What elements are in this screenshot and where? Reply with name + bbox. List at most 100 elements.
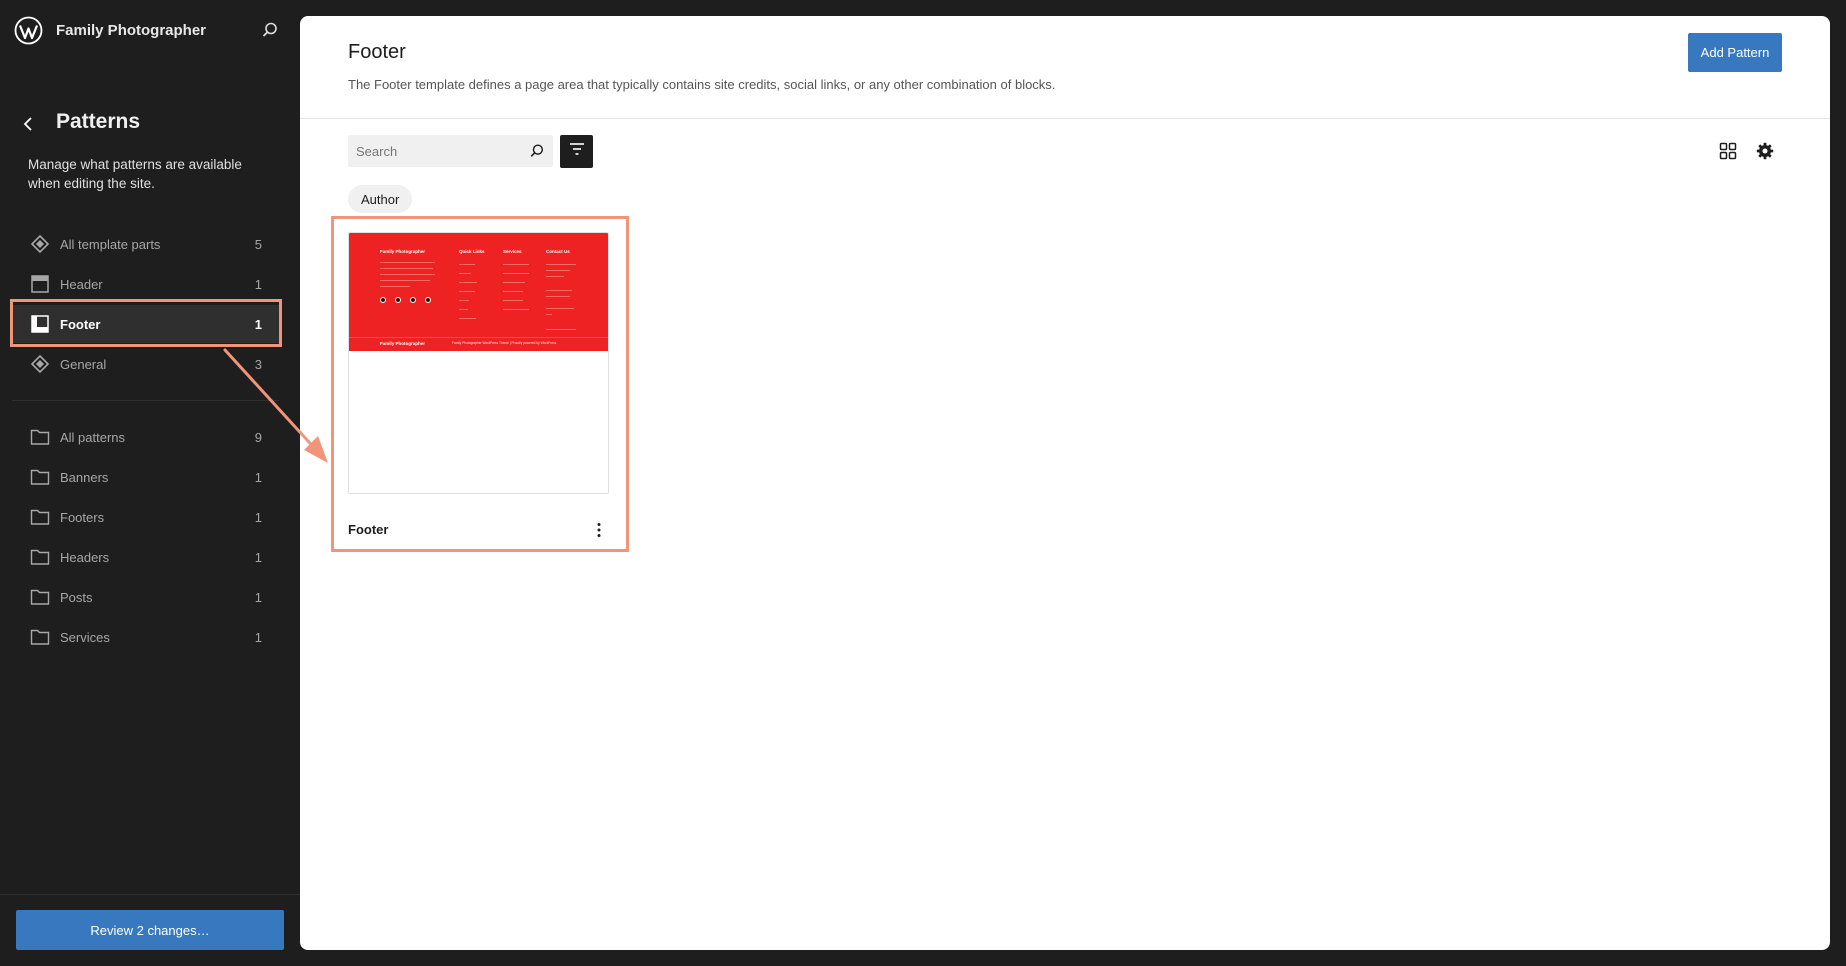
nav-item-posts[interactable]: Posts 1 [12,578,279,616]
preview-text-line [546,270,570,271]
add-pattern-button[interactable]: Add Pattern [1688,33,1782,72]
preview-col-title: Quick Links [459,249,485,254]
folder-icon [28,465,52,489]
nav-item-banners[interactable]: Banners 1 [12,458,279,496]
filter-button[interactable] [560,135,593,168]
search-input[interactable] [348,135,524,167]
preview-text-line [459,300,469,301]
nav-item-all-template-parts[interactable]: All template parts 5 [12,225,279,263]
search-field [348,135,553,167]
site-title[interactable]: Family Photographer [56,22,206,39]
main-content: Footer The Footer template defines a pag… [300,16,1830,950]
nav-item-count: 9 [254,429,262,445]
preview-text-line [503,291,523,292]
social-icon [425,297,431,303]
preview-text-line [380,286,410,287]
preview-col-title: Services [503,249,522,254]
symbol-icon [28,232,52,256]
preview-text-line [546,296,570,297]
nav-item-header[interactable]: Header 1 [12,265,279,303]
preview-text-line [459,309,468,310]
grid-view-icon[interactable] [1718,141,1738,161]
footer-icon [28,312,52,336]
nav-item-headers[interactable]: Headers 1 [12,538,279,576]
preview-text-line [459,318,476,319]
funnel-icon [569,142,585,161]
preview-col-title: Family Photographer [380,249,426,254]
pattern-preview[interactable]: Family Photographer Quick Links Services… [348,232,609,494]
preview-col-title: Contact Us [546,249,570,254]
nav-item-general[interactable]: General 3 [12,345,279,383]
header-icon [28,272,52,296]
nav-item-label: Banners [60,469,109,485]
page-title: Footer [348,41,406,63]
nav-item-label: Posts [60,589,93,605]
preview-text-line [380,262,435,263]
nav-item-all-patterns[interactable]: All patterns 9 [12,418,279,456]
review-changes-button[interactable]: Review 2 changes… [16,910,284,950]
author-filter-chip[interactable]: Author [348,185,413,213]
panel-title: Patterns [56,110,141,133]
nav-item-services[interactable]: Services 1 [12,618,279,656]
nav-item-label: All patterns [60,429,126,445]
preview-text-line [380,274,435,275]
nav-item-label: Footers [60,509,105,525]
social-icon [380,297,386,303]
nav-item-label: Header [60,276,103,292]
back-button[interactable] [19,114,37,134]
nav-divider [12,400,279,401]
pattern-card-title[interactable]: Footer [348,522,388,537]
preview-text-line [503,273,529,274]
nav-item-label: Services [60,629,110,645]
preview-text-line [546,264,576,265]
preview-text-line [503,264,529,265]
preview-bottom-right: Family Photographer WordPress Theme | Pr… [452,341,557,345]
nav-item-count: 1 [254,316,262,332]
preview-text-line [459,282,477,283]
preview-text-line [459,273,471,274]
search-icon[interactable] [527,141,547,161]
symbol-icon [28,352,52,376]
folder-icon [28,585,52,609]
nav-item-footers[interactable]: Footers 1 [12,498,279,536]
sidebar-footer-divider [0,894,300,895]
footer-preview-block: Family Photographer Quick Links Services… [349,233,608,351]
preview-text-line [546,276,564,277]
nav-item-count: 1 [254,469,262,485]
preview-text-line [380,268,433,269]
preview-text-line [503,300,523,301]
social-icon [395,297,401,303]
nav-item-count: 1 [254,509,262,525]
nav-item-count: 1 [254,589,262,605]
nav-item-label: General [60,356,107,372]
preview-text-line [503,282,525,283]
site-header: Family Photographer [14,14,284,46]
nav-item-count: 1 [254,549,262,565]
search-icon[interactable] [260,20,280,40]
more-options-icon[interactable] [593,519,605,541]
sidebar: Family Photographer Patterns Manage what… [0,0,300,966]
wordpress-logo-icon[interactable] [14,16,43,45]
panel-description: Manage what patterns are available when … [28,157,242,191]
folder-icon [28,625,52,649]
nav-item-footer[interactable]: Footer 1 [12,305,279,343]
preview-text-line [546,308,574,309]
nav-item-count: 1 [254,629,262,645]
preview-text-line [459,264,475,265]
preview-divider [349,337,608,338]
preview-text-line [503,309,529,310]
folder-icon [28,545,52,569]
preview-text-line [380,280,430,281]
header-divider [300,118,1830,119]
nav-item-count: 5 [254,236,262,252]
folder-icon [28,425,52,449]
page-description: The Footer template defines a page area … [348,77,1056,92]
preview-bottom-left: Family Photographer [380,341,426,346]
nav-item-label: Footer [60,316,101,332]
gear-icon[interactable] [1755,141,1775,161]
folder-icon [28,505,52,529]
pattern-card[interactable]: Family Photographer Quick Links Services… [348,232,609,537]
preview-text-line [546,290,572,291]
nav-item-label: All template parts [60,236,161,252]
preview-text-line [459,291,475,292]
